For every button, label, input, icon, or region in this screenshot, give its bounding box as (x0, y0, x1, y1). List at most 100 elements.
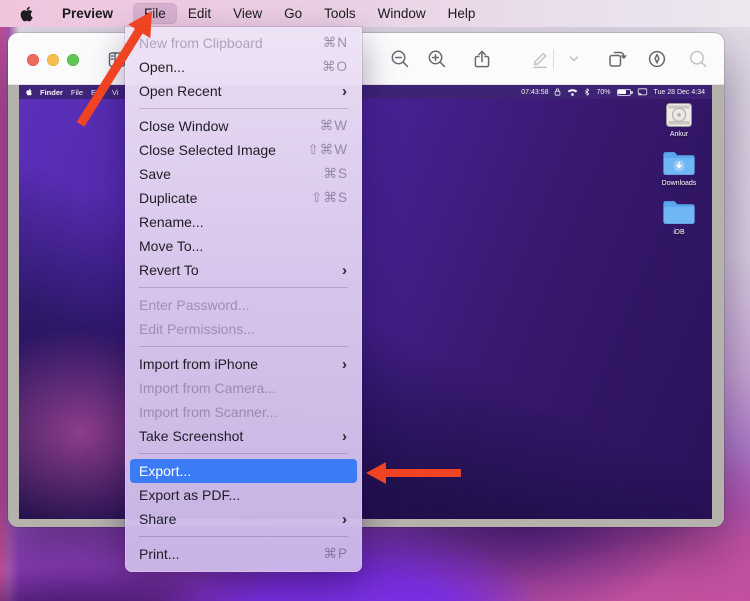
menu-item-label: Open... (139, 59, 322, 75)
menubar-item-view[interactable]: View (222, 3, 273, 24)
menu-item-export[interactable]: Export... (130, 459, 357, 483)
desktop-icon-label: Ankur (670, 131, 688, 138)
menubar-item-file[interactable]: File (133, 3, 177, 24)
menu-item-label: Export as PDF... (139, 487, 348, 503)
menu-separator (139, 346, 348, 347)
desktop-icon-label: Downloads (662, 180, 697, 187)
menu-item-label: Import from iPhone (139, 356, 342, 372)
battery-icon (617, 89, 631, 96)
image-menubar-item-edit: Edit (91, 88, 104, 97)
menubar-item-window[interactable]: Window (367, 3, 437, 24)
menu-separator (139, 536, 348, 537)
rotate-icon[interactable] (606, 48, 628, 70)
menubar-items: FileEditViewGoToolsWindowHelp (133, 3, 486, 24)
menu-separator (139, 287, 348, 288)
menubar-item-go[interactable]: Go (273, 3, 313, 24)
highlight-icon[interactable] (646, 48, 668, 70)
menu-item-duplicate[interactable]: Duplicate⇧⌘S (130, 186, 357, 210)
submenu-chevron-icon: › (342, 357, 347, 372)
minimize-window-button[interactable] (47, 54, 59, 66)
menu-item-shortcut: ⌘P (323, 546, 348, 562)
menu-item-rename[interactable]: Rename... (130, 210, 357, 234)
menu-item-import-from-camera: Import from Camera... (130, 376, 357, 400)
image-menubar-item-file: File (71, 88, 83, 97)
menu-item-label: Duplicate (139, 190, 311, 206)
menubar-item-tools[interactable]: Tools (313, 3, 367, 24)
menu-item-shortcut: ⇧⌘W (307, 142, 348, 158)
image-status-area: 07:43:58 70% Tue 28 Dec 4:34 (521, 88, 705, 96)
menu-item-shortcut: ⌘N (323, 35, 348, 51)
menu-item-import-from-scanner: Import from Scanner... (130, 400, 357, 424)
menubar-item-help[interactable]: Help (437, 3, 487, 24)
menu-item-close-selected-image[interactable]: Close Selected Image⇧⌘W (130, 138, 357, 162)
menu-separator (139, 453, 348, 454)
folder-download-icon (662, 150, 696, 177)
image-menubar-item-finder: Finder (40, 88, 63, 97)
battery-percent: 70% (596, 89, 610, 96)
desktop: Preview FileEditViewGoToolsWindowHelp Fi… (0, 0, 750, 601)
menu-item-label: Import from Camera... (139, 380, 348, 396)
menu-item-import-from-iphone[interactable]: Import from iPhone› (130, 352, 357, 376)
display-mirror-icon (637, 88, 648, 96)
close-window-button[interactable] (27, 54, 39, 66)
menubar-app-name[interactable]: Preview (52, 3, 123, 24)
menu-item-label: Close Selected Image (139, 142, 307, 158)
menu-item-edit-permissions: Edit Permissions... (130, 317, 357, 341)
menu-item-shortcut: ⌘W (320, 118, 348, 134)
menu-item-enter-password: Enter Password... (130, 293, 357, 317)
apple-menu-icon[interactable] (20, 6, 34, 22)
submenu-chevron-icon: › (342, 84, 347, 99)
timer-value: 07:43:58 (521, 89, 548, 96)
menu-item-label: Import from Scanner... (139, 404, 348, 420)
preview-window: FinderFileEditVi 07:43:58 70% Tue 28 Dec… (8, 33, 724, 527)
previewed-image[interactable]: FinderFileEditVi 07:43:58 70% Tue 28 Dec… (19, 85, 712, 519)
submenu-chevron-icon: › (342, 263, 347, 278)
menu-item-label: Move To... (139, 238, 348, 254)
menu-item-label: New from Clipboard (139, 35, 323, 51)
window-content: FinderFileEditVi 07:43:58 70% Tue 28 Dec… (8, 85, 724, 527)
menu-item-label: Take Screenshot (139, 428, 342, 444)
menu-item-revert-to[interactable]: Revert To› (130, 258, 357, 282)
menu-item-close-window[interactable]: Close Window⌘W (130, 114, 357, 138)
disk-icon (664, 102, 694, 128)
lock-icon (554, 88, 561, 96)
menu-item-label: Close Window (139, 118, 320, 134)
wifi-icon (567, 88, 578, 96)
menu-item-label: Rename... (139, 214, 348, 230)
menu-item-label: Print... (139, 546, 323, 562)
markup-icon (529, 48, 551, 70)
menu-item-label: Enter Password... (139, 297, 348, 313)
search-icon (687, 48, 709, 70)
zoom-out-icon[interactable] (389, 48, 411, 70)
datetime-value: Tue 28 Dec 4:34 (654, 89, 706, 96)
menu-item-save[interactable]: Save⌘S (130, 162, 357, 186)
image-apple-icon (26, 88, 32, 96)
image-desktop-icon-idb: iDB (662, 199, 696, 236)
menu-item-open[interactable]: Open...⌘O (130, 55, 357, 79)
menu-item-export-as-pdf[interactable]: Export as PDF... (130, 483, 357, 507)
menubar-item-edit[interactable]: Edit (177, 3, 222, 24)
toolbar-divider (553, 49, 554, 69)
zoom-in-icon[interactable] (426, 48, 448, 70)
image-menubar: FinderFileEditVi 07:43:58 70% Tue 28 Dec… (19, 85, 712, 99)
submenu-chevron-icon: › (342, 512, 347, 527)
zoom-window-button[interactable] (67, 54, 79, 66)
menu-item-open-recent[interactable]: Open Recent› (130, 79, 357, 103)
share-icon[interactable] (471, 48, 493, 70)
chevron-down-icon (564, 48, 580, 70)
menu-item-print[interactable]: Print...⌘P (130, 542, 357, 566)
menu-item-move-to[interactable]: Move To... (130, 234, 357, 258)
menu-item-label: Save (139, 166, 323, 182)
menu-item-take-screenshot[interactable]: Take Screenshot› (130, 424, 357, 448)
menu-item-shortcut: ⇧⌘S (311, 190, 348, 206)
file-menu: New from Clipboard⌘NOpen...⌘OOpen Recent… (125, 27, 362, 572)
menubar: Preview FileEditViewGoToolsWindowHelp (0, 0, 750, 27)
menu-item-share[interactable]: Share› (130, 507, 357, 531)
image-desktop-icon-ankur: Ankur (664, 102, 694, 138)
menu-item-label: Share (139, 511, 342, 527)
image-menubar-items: FinderFileEditVi (40, 88, 119, 97)
menu-item-label: Open Recent (139, 83, 342, 99)
submenu-chevron-icon: › (342, 429, 347, 444)
bluetooth-icon (584, 88, 590, 96)
menu-item-label: Revert To (139, 262, 342, 278)
